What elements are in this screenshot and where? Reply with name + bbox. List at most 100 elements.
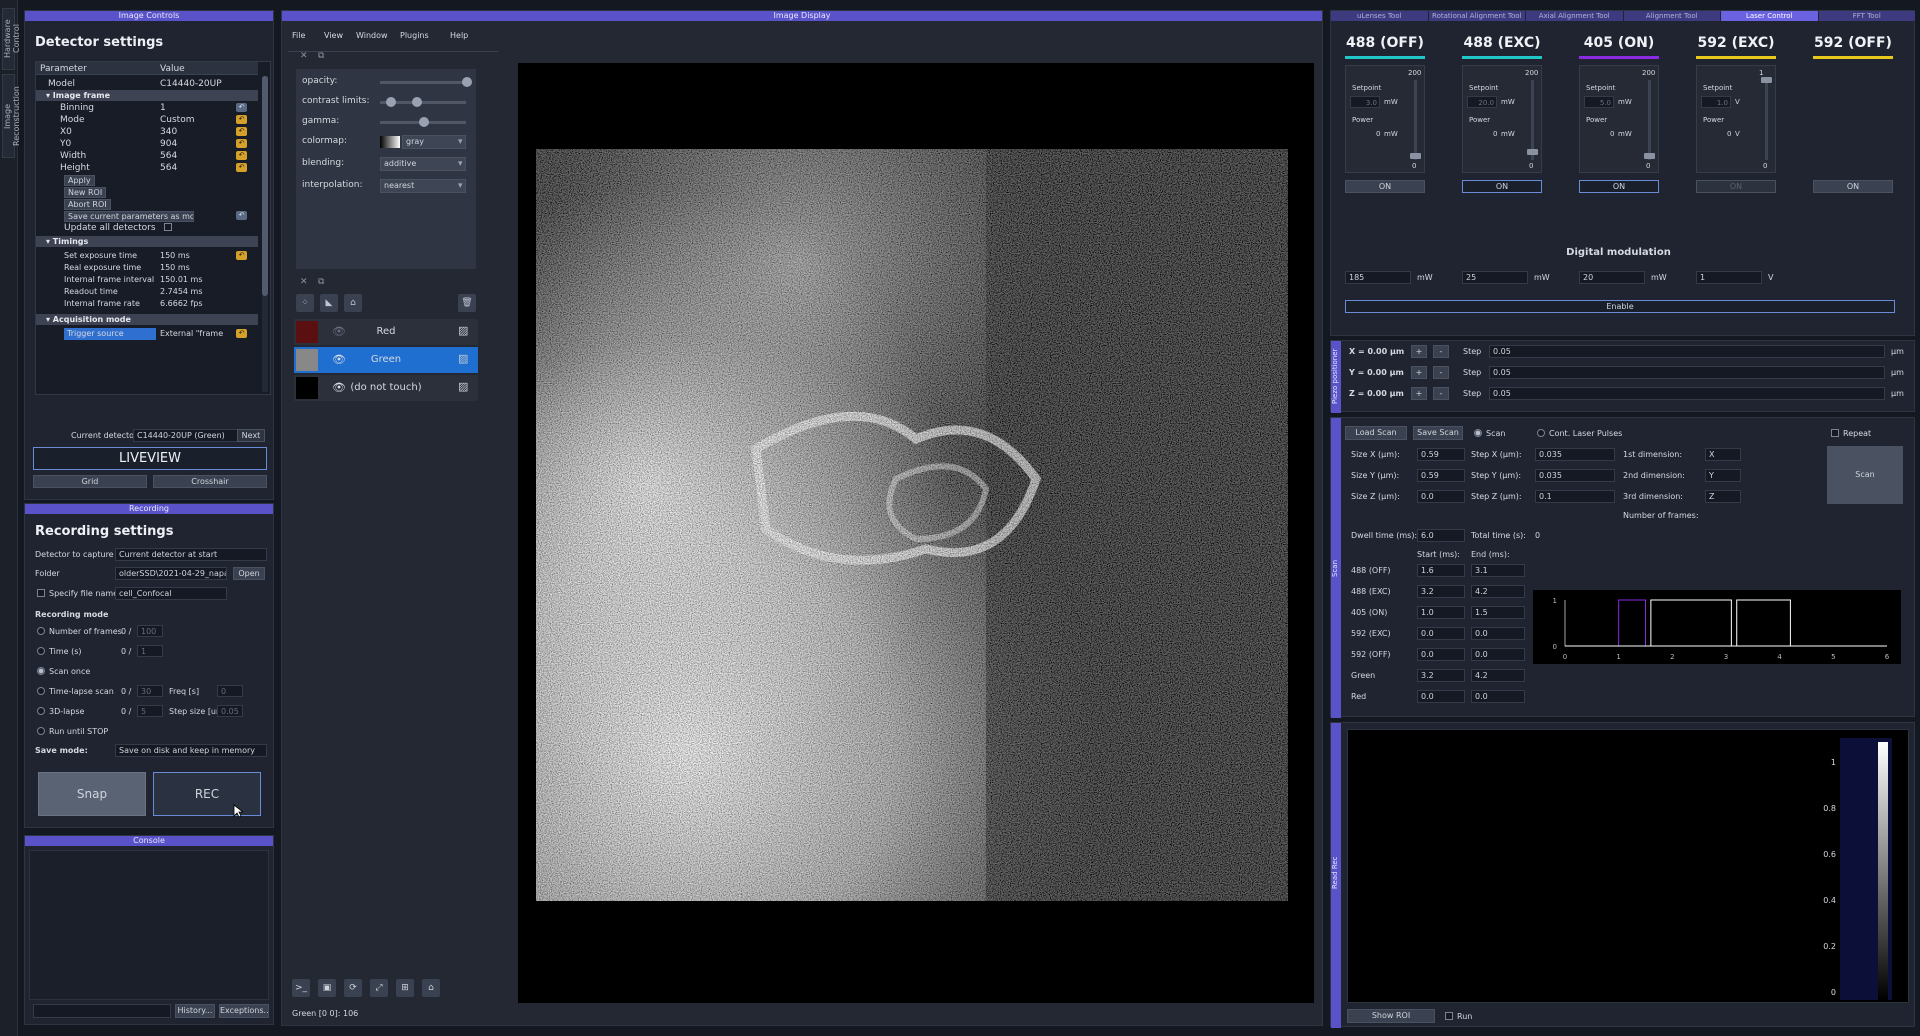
delete-layer-icon[interactable]: 🗑 — [458, 294, 476, 312]
folder-input[interactable]: olderSSD\2021-04-29_napari — [115, 567, 227, 580]
pulse-end-input[interactable]: 3.1 — [1471, 564, 1525, 577]
laser-slider-handle[interactable] — [1644, 153, 1655, 159]
viewer-canvas[interactable] — [518, 63, 1314, 1003]
laser-on-button[interactable]: ON — [1813, 180, 1893, 193]
piezo-minus-button[interactable]: - — [1433, 387, 1449, 400]
setpoint-input[interactable]: 20.0 — [1467, 96, 1497, 108]
snap-button[interactable]: Snap — [38, 772, 146, 816]
pulse-start-input[interactable]: 1.0 — [1417, 606, 1465, 619]
frame-button-2[interactable]: Abort ROI — [64, 199, 111, 210]
revert-icon[interactable]: ↶ — [236, 211, 247, 220]
run-checkbox[interactable] — [1445, 1012, 1453, 1020]
scan-dimension-select[interactable]: X — [1705, 448, 1741, 461]
scan-step-input[interactable]: 0.1 — [1535, 490, 1615, 503]
pulse-end-input[interactable]: 1.5 — [1471, 606, 1525, 619]
laser-on-button[interactable]: ON — [1345, 180, 1425, 193]
layer-row[interactable]: 👁 Red ▨ — [294, 319, 478, 345]
piezo-minus-button[interactable]: - — [1433, 366, 1449, 379]
digital-modulation-input[interactable]: 1 — [1696, 271, 1762, 284]
piezo-minus-button[interactable]: - — [1433, 345, 1449, 358]
pulse-start-input[interactable]: 0.0 — [1417, 690, 1465, 703]
cont-laser-radio[interactable] — [1537, 429, 1545, 437]
piezo-plus-button[interactable]: + — [1411, 345, 1427, 358]
laser-slider-track[interactable] — [1765, 80, 1768, 160]
grid-view-icon[interactable]: ⊞ — [396, 979, 414, 997]
tool-tab-0[interactable]: uLenses Tool — [1331, 11, 1428, 21]
scan-dimension-select[interactable]: Y — [1705, 469, 1741, 482]
tree-param-value[interactable]: 564 — [160, 163, 177, 173]
layer-control-select[interactable]: nearest — [380, 179, 466, 193]
pulse-end-input[interactable]: 0.0 — [1471, 648, 1525, 661]
recording-mode-max[interactable]: 30 — [137, 685, 163, 697]
revert-icon[interactable]: ↶ — [236, 115, 247, 124]
laser-slider-track[interactable] — [1531, 80, 1534, 160]
layer-name[interactable]: Red — [294, 326, 478, 337]
float-layer-list-icon[interactable]: ⧉ — [318, 277, 324, 287]
tab-hardware-control[interactable]: Hardware Control — [2, 8, 21, 70]
pulse-end-input[interactable]: 4.2 — [1471, 669, 1525, 682]
revert-icon[interactable]: ↶ — [236, 251, 247, 260]
trigger-source-value[interactable]: External "frame — [160, 329, 223, 338]
pulse-end-input[interactable]: 0.0 — [1471, 627, 1525, 640]
laser-slider-track[interactable] — [1648, 80, 1651, 160]
pulse-start-input[interactable]: 0.0 — [1417, 627, 1465, 640]
tree-param-value[interactable]: C14440-20UP — [160, 79, 222, 89]
tree-section-acquisition[interactable]: ▾ Acquisition mode — [36, 314, 258, 325]
revert-icon[interactable]: ↶ — [236, 163, 247, 172]
layer-row[interactable]: 👁 Green ▨ — [294, 347, 478, 373]
tool-tab-2[interactable]: Axial Alignment Tool — [1526, 11, 1623, 21]
pulse-start-input[interactable]: 0.0 — [1417, 648, 1465, 661]
recording-mode-radio-0[interactable] — [37, 627, 45, 635]
tool-tab-3[interactable]: Alignment Tool — [1623, 11, 1720, 21]
tree-scroll-thumb[interactable] — [262, 76, 268, 296]
filename-input[interactable]: cell_Confocal — [115, 587, 227, 600]
layer-row[interactable]: 👁 (do not touch) ▨ — [294, 375, 478, 401]
scan-dimension-select[interactable]: Z — [1705, 490, 1741, 503]
digital-modulation-input[interactable]: 25 — [1462, 271, 1528, 284]
timing-value[interactable]: 6.6662 fps — [160, 299, 203, 308]
crosshair-button[interactable]: Crosshair — [153, 475, 267, 488]
layer-control-select[interactable]: additive — [380, 157, 466, 171]
ndisplay-icon[interactable]: ▣ — [318, 979, 336, 997]
close-layer-list-icon[interactable]: ✕ — [300, 277, 308, 287]
layer-name[interactable]: (do not touch) — [294, 382, 478, 393]
piezo-step-input[interactable]: 0.05 — [1489, 387, 1885, 400]
pulse-chart[interactable]: 0 1 2 3 4 5 6 0 1 — [1533, 590, 1901, 664]
menu-window[interactable]: Window — [356, 31, 388, 40]
tree-param-value[interactable]: 340 — [160, 127, 177, 137]
layer-control-slider-handle[interactable] — [462, 77, 472, 87]
transpose-icon[interactable]: ⤢ — [370, 979, 388, 997]
digital-modulation-input[interactable]: 20 — [1579, 271, 1645, 284]
scan-size-input[interactable]: 0.59 — [1417, 448, 1465, 461]
menu-help[interactable]: Help — [450, 31, 468, 40]
grid-button[interactable]: Grid — [33, 475, 147, 488]
revert-icon[interactable]: ↶ — [236, 139, 247, 148]
scan-button[interactable]: Scan — [1827, 446, 1903, 504]
recording-mode-extra-input[interactable]: 0 — [217, 685, 243, 697]
liveview-button[interactable]: LIVEVIEW — [33, 447, 267, 470]
laser-slider-handle[interactable] — [1410, 153, 1421, 159]
menu-plugins[interactable]: Plugins — [400, 31, 429, 40]
piezo-plus-button[interactable]: + — [1411, 366, 1427, 379]
layer-control-slider-handle[interactable] — [419, 117, 429, 127]
pulse-start-input[interactable]: 3.2 — [1417, 585, 1465, 598]
recording-mode-max[interactable]: 100 — [137, 625, 163, 637]
laser-slider-handle[interactable] — [1527, 149, 1538, 155]
tree-param-value[interactable]: Custom — [160, 115, 194, 125]
recording-mode-radio-2[interactable] — [37, 667, 45, 675]
roll-dims-icon[interactable]: ⟳ — [344, 979, 362, 997]
console-output[interactable] — [29, 850, 269, 1000]
timing-value[interactable]: 150 ms — [160, 251, 190, 260]
layer-control-slider-track[interactable] — [380, 81, 466, 84]
frame-button-3[interactable]: Save current parameters as mode — [64, 211, 194, 222]
contrast-low-handle[interactable] — [386, 97, 397, 107]
open-folder-button[interactable]: Open — [233, 567, 265, 580]
frame-button-1[interactable]: New ROI — [64, 187, 107, 198]
menu-view[interactable]: View — [324, 31, 343, 40]
contrast-high-handle[interactable] — [412, 97, 423, 107]
tab-image-reconstruction[interactable]: Image Reconstruction — [2, 74, 21, 158]
update-all-checkbox[interactable] — [164, 223, 172, 231]
exceptions-button[interactable]: Exceptions... — [219, 1004, 269, 1018]
tree-section-image-frame[interactable]: ▾ Image frame — [36, 90, 258, 101]
rec-button[interactable]: REC — [153, 772, 261, 816]
